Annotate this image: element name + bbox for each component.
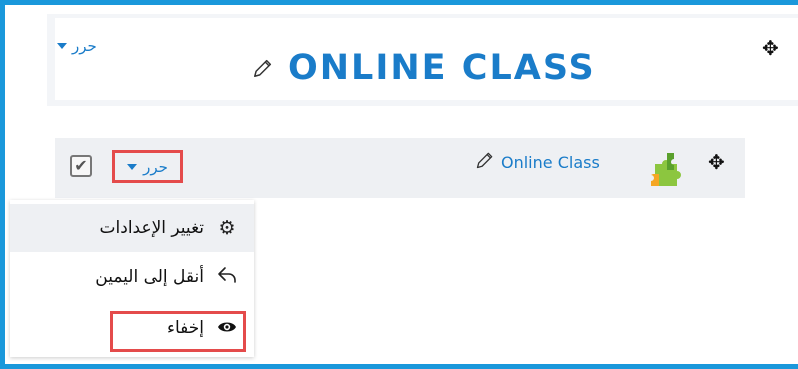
activity-link[interactable]: Online Class — [475, 150, 600, 174]
gear-icon: ⚙ — [218, 217, 236, 239]
section-title-text: ONLINE CLASS — [288, 48, 596, 88]
menu-item-edit-settings[interactable]: تغيير الإعدادات ⚙ — [10, 204, 254, 252]
chevron-down-icon — [127, 163, 138, 170]
menu-item-move-right[interactable]: أنقل إلى اليمين — [10, 253, 254, 301]
menu-item-label: أنقل إلى اليمين — [95, 267, 204, 287]
move-section-icon[interactable]: ✥ — [762, 36, 779, 60]
pencil-icon[interactable] — [475, 150, 495, 174]
activity-checkbox[interactable]: ✔ — [70, 155, 92, 177]
menu-item-label: تغيير الإعدادات — [99, 218, 204, 238]
puzzle-icon — [651, 153, 681, 186]
section-title[interactable]: ONLINE CLASS — [252, 48, 596, 88]
activity-edit-menu[interactable]: حرر — [112, 150, 183, 183]
section-edit-menu[interactable]: حرر — [57, 37, 97, 55]
chevron-down-icon — [57, 43, 67, 49]
activity-edit-label: حرر — [143, 157, 168, 176]
activity-name: Online Class — [501, 152, 600, 172]
pencil-icon[interactable] — [252, 48, 274, 88]
hide-highlight-box — [110, 311, 246, 352]
section-edit-label: حرر — [72, 37, 97, 55]
move-activity-icon[interactable]: ✥ — [708, 150, 725, 174]
move-right-icon — [216, 266, 238, 289]
